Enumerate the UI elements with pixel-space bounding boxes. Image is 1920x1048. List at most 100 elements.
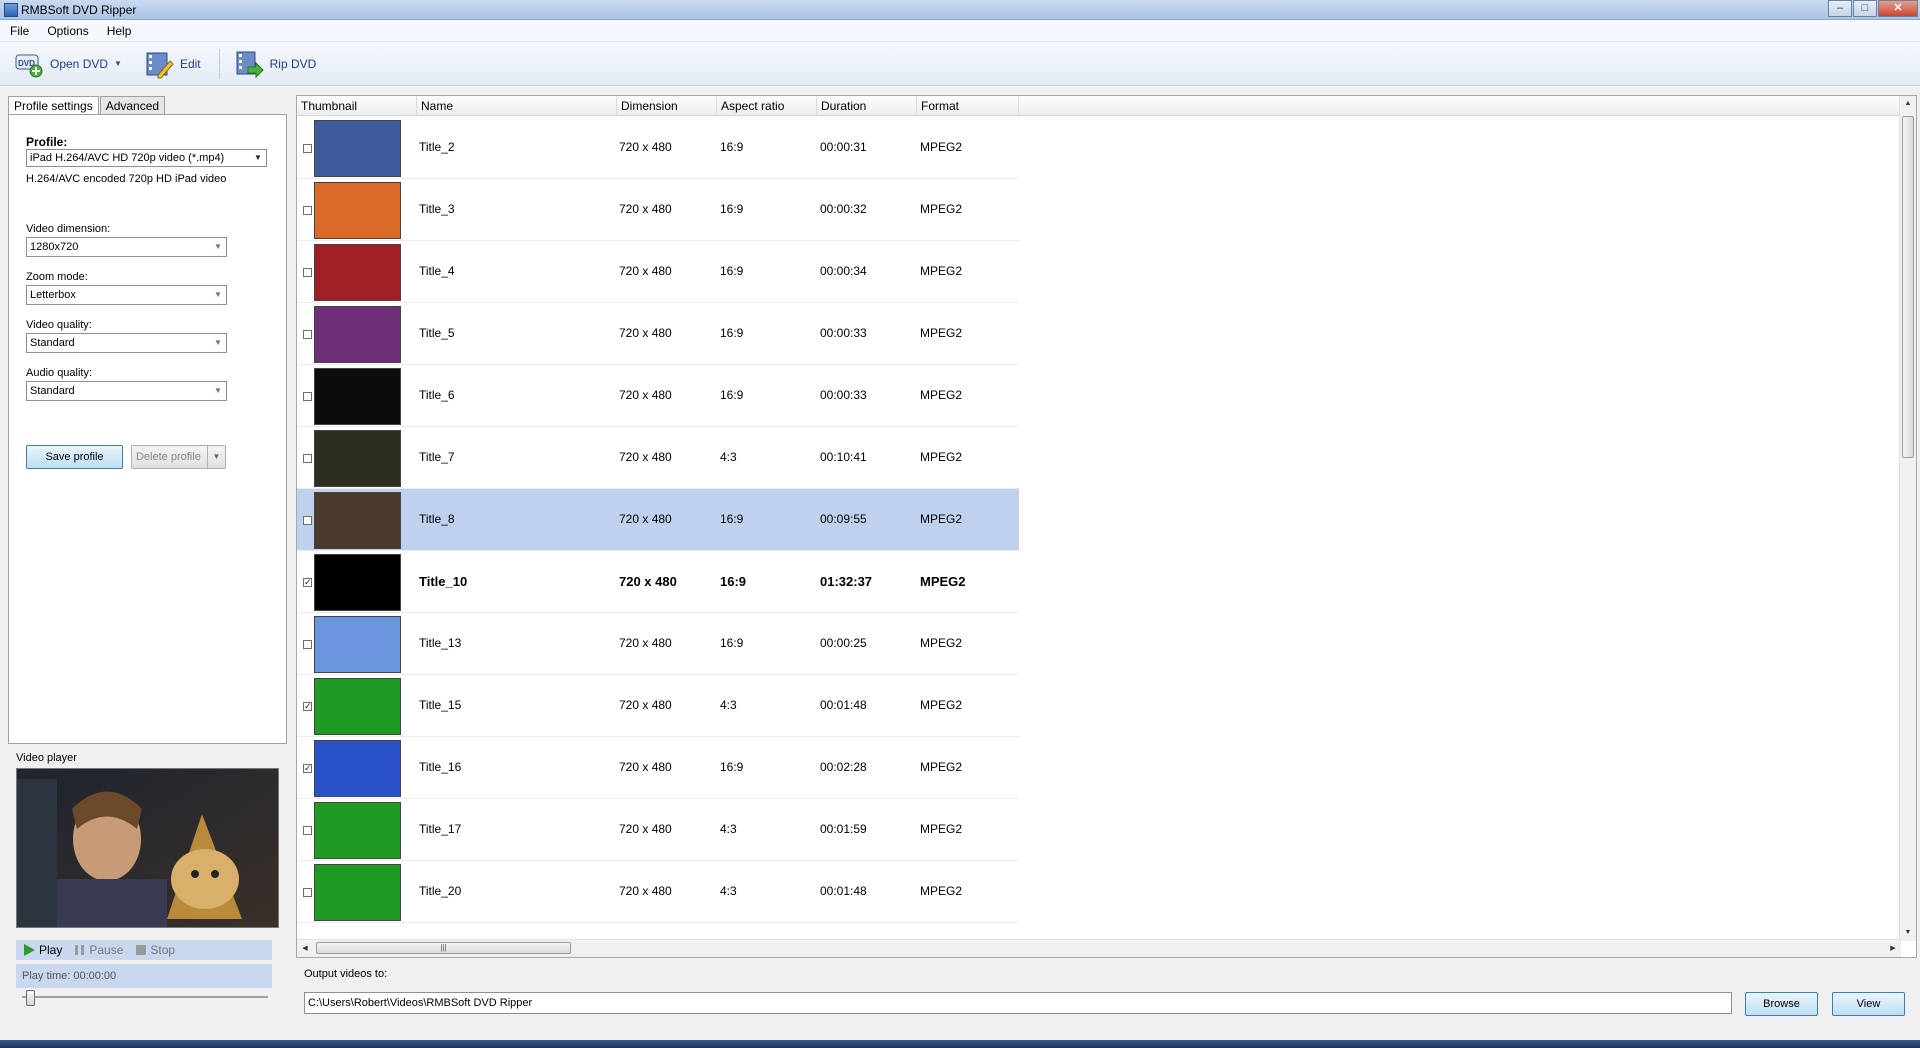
titles-list: Thumbnail Name Dimension Aspect ratio Du…	[296, 95, 1917, 958]
film-arrow-icon	[234, 49, 264, 79]
menu-file[interactable]: File	[10, 24, 29, 38]
profile-description: H.264/AVC encoded 720p HD iPad video	[26, 173, 227, 185]
table-row[interactable]: Title_8 720 x 480 16:9 00:09:55 MPEG2	[297, 489, 1019, 551]
open-dvd-button[interactable]: DVD Open DVD ▼	[10, 47, 126, 81]
zoom-mode-label: Zoom mode:	[26, 271, 88, 283]
row-checkbox[interactable]	[303, 826, 312, 835]
row-format: MPEG2	[920, 512, 963, 526]
zoom-mode-select[interactable]: Letterbox ▼	[26, 285, 227, 305]
table-row[interactable]: Title_2 720 x 480 16:9 00:00:31 MPEG2	[297, 117, 1019, 179]
chevron-down-icon[interactable]: ▼	[210, 238, 226, 256]
table-row[interactable]: Title_3 720 x 480 16:9 00:00:32 MPEG2	[297, 179, 1019, 241]
pause-button[interactable]: Pause	[74, 943, 123, 957]
chevron-down-icon[interactable]: ▼	[114, 59, 122, 68]
row-duration: 00:10:41	[820, 450, 867, 464]
table-row[interactable]: Title_17 720 x 480 4:3 00:01:59 MPEG2	[297, 799, 1019, 861]
chevron-down-icon[interactable]: ▼	[210, 382, 226, 400]
toolbar: DVD Open DVD ▼ Edit Rip DVD	[0, 42, 1920, 86]
vertical-scroll-thumb[interactable]	[1902, 116, 1914, 458]
horizontal-scroll-thumb[interactable]: |||	[316, 942, 571, 954]
column-aspect-ratio[interactable]: Aspect ratio	[717, 96, 817, 116]
chevron-down-icon[interactable]: ▼	[210, 334, 226, 352]
row-format: MPEG2	[920, 326, 963, 340]
scroll-down-icon[interactable]: ▼	[1900, 925, 1916, 941]
minimize-button[interactable]: –	[1828, 0, 1852, 17]
audio-quality-select[interactable]: Standard ▼	[26, 381, 227, 401]
video-dimension-select[interactable]: 1280x720 ▼	[26, 237, 227, 257]
menu-options[interactable]: Options	[47, 24, 88, 38]
column-thumbnail[interactable]: Thumbnail	[297, 96, 417, 116]
column-duration[interactable]: Duration	[817, 96, 917, 116]
browse-button[interactable]: Browse	[1745, 992, 1818, 1016]
stop-button[interactable]: Stop	[135, 943, 175, 957]
open-dvd-label: Open DVD	[50, 56, 109, 71]
table-row[interactable]: Title_7 720 x 480 4:3 00:10:41 MPEG2	[297, 427, 1019, 489]
row-checkbox[interactable]	[303, 206, 312, 215]
row-thumbnail	[314, 492, 401, 549]
row-aspect-ratio: 16:9	[720, 202, 744, 216]
table-row[interactable]: Title_4 720 x 480 16:9 00:00:34 MPEG2	[297, 241, 1019, 303]
seek-slider-track[interactable]	[22, 996, 268, 998]
table-row[interactable]: ✓ Title_15 720 x 480 4:3 00:01:48 MPEG2	[297, 675, 1019, 737]
column-format[interactable]: Format	[917, 96, 1019, 116]
seek-slider-handle[interactable]	[26, 990, 35, 1006]
row-checkbox[interactable]	[303, 454, 312, 463]
table-row[interactable]: Title_13 720 x 480 16:9 00:00:25 MPEG2	[297, 613, 1019, 675]
table-row[interactable]: Title_6 720 x 480 16:9 00:00:33 MPEG2	[297, 365, 1019, 427]
chevron-down-icon[interactable]: ▼	[250, 150, 266, 166]
row-checkbox[interactable]: ✓	[303, 764, 312, 773]
profile-select[interactable]: iPad H.264/AVC HD 720p video (*.mp4) ▼	[26, 149, 267, 167]
tab-advanced[interactable]: Advanced	[99, 96, 166, 115]
row-format: MPEG2	[920, 822, 963, 836]
play-button[interactable]: Play	[22, 943, 62, 957]
scroll-up-icon[interactable]: ▲	[1900, 96, 1916, 112]
close-button[interactable]: ✕	[1878, 0, 1918, 17]
chevron-down-icon[interactable]: ▼	[207, 446, 225, 468]
tab-profile-settings[interactable]: Profile settings	[8, 96, 99, 116]
list-header: Thumbnail Name Dimension Aspect ratio Du…	[297, 96, 1916, 116]
row-checkbox[interactable]: ✓	[303, 578, 312, 587]
horizontal-scrollbar[interactable]: ◀ ||| ▶	[297, 939, 1901, 957]
maximize-button[interactable]: □	[1853, 0, 1877, 17]
row-thumbnail	[314, 120, 401, 177]
table-row[interactable]: ✓ Title_10 720 x 480 16:9 01:32:37 MPEG2	[297, 551, 1019, 613]
vertical-scrollbar[interactable]: ▲ ▼	[1899, 96, 1916, 941]
row-checkbox[interactable]	[303, 392, 312, 401]
output-path-input[interactable]: C:\Users\Robert\Videos\RMBSoft DVD Rippe…	[304, 992, 1732, 1014]
menu-help[interactable]: Help	[107, 24, 132, 38]
row-checkbox[interactable]	[303, 516, 312, 525]
row-checkbox[interactable]	[303, 888, 312, 897]
row-name: Title_8	[419, 512, 455, 526]
audio-quality-label: Audio quality:	[26, 367, 93, 379]
row-dimension: 720 x 480	[619, 636, 672, 650]
table-row[interactable]: Title_5 720 x 480 16:9 00:00:33 MPEG2	[297, 303, 1019, 365]
table-row[interactable]: Title_20 720 x 480 4:3 00:01:48 MPEG2	[297, 861, 1019, 923]
row-format: MPEG2	[920, 450, 963, 464]
player-controls: Play Pause Stop	[16, 940, 272, 960]
view-button[interactable]: View	[1832, 992, 1905, 1016]
row-checkbox[interactable]	[303, 330, 312, 339]
row-thumbnail	[314, 678, 401, 735]
column-name[interactable]: Name	[417, 96, 617, 116]
edit-button[interactable]: Edit	[140, 47, 205, 81]
row-duration: 00:01:48	[820, 698, 867, 712]
row-format: MPEG2	[920, 698, 963, 712]
rip-dvd-label: Rip DVD	[269, 56, 317, 71]
table-row[interactable]: ✓ Title_16 720 x 480 16:9 00:02:28 MPEG2	[297, 737, 1019, 799]
taskbar	[0, 1040, 1920, 1048]
scroll-right-icon[interactable]: ▶	[1885, 940, 1901, 957]
rip-dvd-button[interactable]: Rip DVD	[230, 47, 321, 81]
delete-profile-button[interactable]: Delete profile ▼	[131, 445, 226, 469]
video-quality-label: Video quality:	[26, 319, 92, 331]
video-quality-select[interactable]: Standard ▼	[26, 333, 227, 353]
row-checkbox[interactable]	[303, 144, 312, 153]
row-duration: 00:02:28	[820, 760, 867, 774]
row-checkbox[interactable]: ✓	[303, 702, 312, 711]
chevron-down-icon[interactable]: ▼	[210, 286, 226, 304]
row-checkbox[interactable]	[303, 268, 312, 277]
play-label: Play	[39, 943, 63, 957]
row-checkbox[interactable]	[303, 640, 312, 649]
column-dimension[interactable]: Dimension	[617, 96, 717, 116]
scroll-left-icon[interactable]: ◀	[297, 940, 313, 957]
save-profile-button[interactable]: Save profile	[26, 445, 123, 469]
